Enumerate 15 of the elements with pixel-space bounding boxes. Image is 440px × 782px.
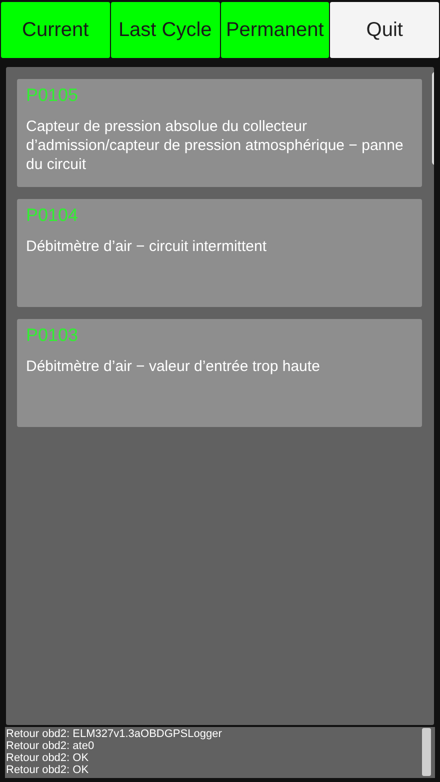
code-description: Capteur de pression absolue du collecteur d’admission/capteur de pression atmosphérique − panne du circuit (26, 117, 404, 174)
scrollbar-thumb[interactable] (422, 728, 431, 776)
quit-button[interactable]: Quit (330, 2, 439, 58)
mode-button[interactable]: Last Cycle (110, 2, 220, 58)
code-title: P0103 (26, 324, 80, 346)
mode-button[interactable]: Permanent (220, 2, 330, 58)
code-title: P0104 (26, 204, 80, 226)
log-line: Retour obd2: ELM327v1.3aOBDGPSLogger (6, 728, 223, 740)
log-line: Retour obd2: OK (6, 752, 90, 764)
log-line: Retour obd2: OK (6, 764, 90, 776)
log-line: Retour obd2: ate0 (6, 740, 96, 752)
mode-button[interactable]: Current (1, 2, 110, 58)
code-description: Débitmètre d’air − valeur d’entrée trop haute (26, 357, 321, 376)
code-title: P0105 (26, 84, 80, 106)
code-description: Débitmètre d’air − circuit intermittent (26, 237, 268, 256)
